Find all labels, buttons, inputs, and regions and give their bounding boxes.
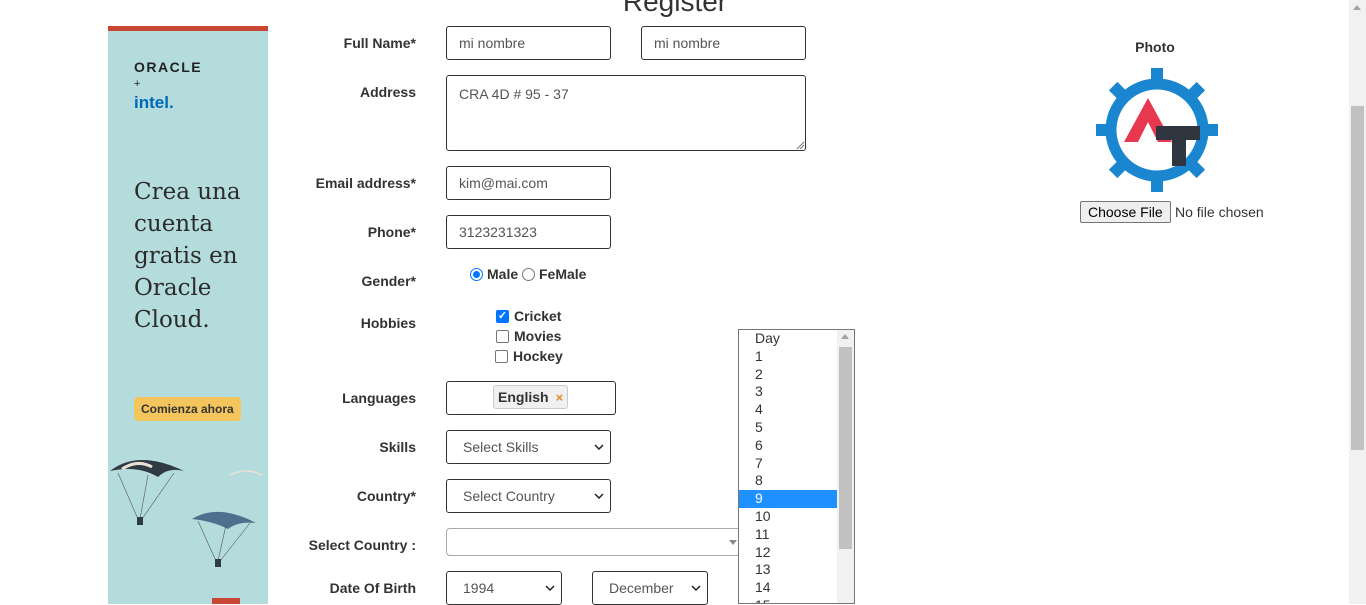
checkbox-unchecked-icon[interactable] [495, 349, 508, 363]
checkbox-checked-icon[interactable]: ✓ [496, 309, 509, 323]
page-scrollbar[interactable] [1349, 0, 1366, 604]
page-title: Register [622, 0, 728, 17]
ad-parachute-illustration [110, 460, 263, 567]
radio-unchecked-icon[interactable] [522, 267, 535, 281]
email-field[interactable]: kim@mai.com [446, 166, 611, 200]
ad-plus: + [134, 78, 141, 90]
dob-year-select[interactable]: 1994 [446, 571, 562, 605]
hobby-option-label: Movies [514, 328, 562, 344]
hobby-option-label: Cricket [514, 308, 562, 324]
dropdown-scroll-thumb[interactable] [839, 347, 852, 549]
dob-day-dropdown-list[interactable]: Day 1 2 3 4 5 6 7 8 9 10 11 12 13 14 15 [738, 329, 855, 604]
day-option[interactable]: Day [739, 330, 838, 348]
dropdown-scrollbar[interactable] [837, 330, 854, 603]
page-scroll-thumb[interactable] [1351, 106, 1364, 450]
gender-radio-male[interactable]: Male [470, 266, 518, 282]
country-select[interactable]: Select Country [446, 479, 611, 513]
day-option[interactable]: 4 [739, 401, 838, 419]
ad-brand-oracle: ORACLE [134, 59, 203, 75]
hobby-checkbox-movies[interactable]: Movies [496, 328, 561, 344]
full-name-label: Full Name* [343, 35, 416, 51]
address-textarea[interactable]: CRA 4D # 95 - 37 [446, 75, 806, 151]
day-option[interactable]: 6 [739, 437, 838, 455]
ad-headline: Crea una cuenta gratis en Oracle Cloud. [134, 179, 241, 333]
day-option[interactable]: 5 [739, 419, 838, 437]
ad-cta-button[interactable]: Comienza ahora [134, 397, 241, 421]
dob-month-select[interactable]: December [592, 571, 708, 605]
skills-select-value: Select Skills [463, 439, 539, 455]
radio-checked-icon[interactable] [470, 267, 483, 281]
caret-down-icon [729, 540, 737, 545]
day-option[interactable]: 14 [739, 579, 838, 597]
language-tag[interactable]: English × [493, 385, 569, 409]
skills-select[interactable]: Select Skills [446, 430, 611, 464]
day-option[interactable]: 8 [739, 472, 838, 490]
ad-red-tab [212, 598, 240, 604]
day-option[interactable]: 11 [739, 526, 838, 544]
dob-label: Date Of Birth [329, 580, 416, 596]
scroll-up-arrow-icon[interactable] [841, 334, 849, 339]
chevron-down-icon [545, 585, 555, 591]
hobbies-label: Hobbies [360, 315, 416, 331]
country-label: Country* [356, 488, 416, 504]
day-option[interactable]: 2 [739, 366, 838, 384]
day-option[interactable]: 10 [739, 508, 838, 526]
photo-label: Photo [1135, 39, 1175, 55]
hobby-option-label: Hockey [513, 348, 563, 364]
dob-year-value: 1994 [463, 580, 495, 596]
choose-file-button[interactable]: Choose File [1080, 201, 1171, 223]
first-name-input[interactable]: mi nombre [446, 26, 611, 60]
ad-brand-intel: intel. [134, 93, 174, 112]
last-name-input[interactable]: mi nombre [641, 26, 806, 60]
remove-tag-icon[interactable]: × [556, 390, 564, 405]
phone-label: Phone* [367, 224, 416, 240]
dob-month-value: December [609, 580, 674, 596]
select-country-label: Select Country : [308, 537, 416, 553]
chevron-down-icon [594, 444, 604, 450]
chevron-down-icon [594, 493, 604, 499]
resize-handle-icon[interactable] [796, 141, 805, 150]
languages-label: Languages [342, 390, 416, 406]
day-option-selected[interactable]: 9 [739, 490, 838, 508]
email-label: Email address* [315, 175, 416, 191]
day-option[interactable]: 12 [739, 544, 838, 562]
gender-option-label: Male [487, 266, 519, 282]
phone-field[interactable]: 3123231323 [446, 215, 611, 249]
checkbox-unchecked-icon[interactable] [496, 329, 509, 343]
skills-label: Skills [379, 439, 416, 455]
address-label: Address [359, 84, 416, 100]
language-tag-label: English [498, 389, 549, 405]
day-option[interactable]: 3 [739, 383, 838, 401]
company-logo-gear-icon [1096, 68, 1218, 192]
gender-radio-female[interactable]: FeMale [522, 266, 586, 282]
scroll-up-arrow-icon[interactable] [1353, 5, 1361, 10]
file-status-text: No file chosen [1175, 204, 1264, 220]
hobby-checkbox-cricket[interactable]: ✓ Cricket [496, 308, 561, 324]
gender-option-label: FeMale [539, 266, 587, 282]
chevron-down-icon [691, 585, 701, 591]
day-option[interactable]: 13 [739, 561, 838, 579]
day-option[interactable]: 15 [739, 597, 838, 603]
hobby-checkbox-hockey[interactable]: Hockey [495, 348, 563, 364]
country-select-value: Select Country [463, 488, 555, 504]
gender-label: Gender* [361, 273, 416, 289]
day-option[interactable]: 1 [739, 348, 838, 366]
select-country-combobox[interactable] [446, 528, 746, 556]
day-option[interactable]: 7 [739, 455, 838, 473]
